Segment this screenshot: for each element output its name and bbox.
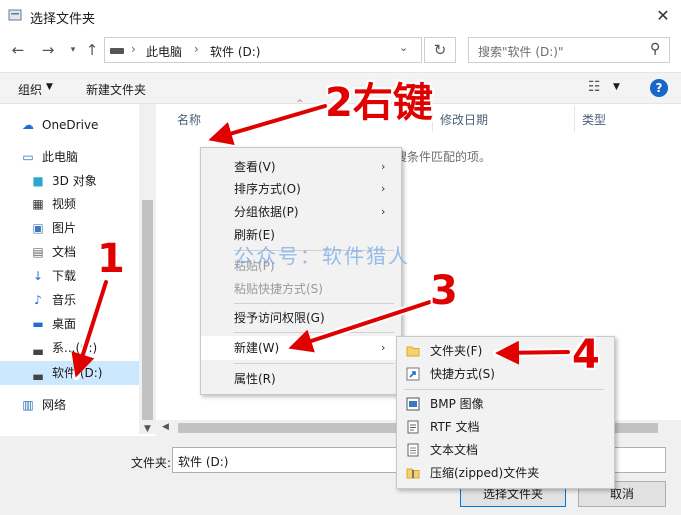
cube-icon: ■ [32,174,44,188]
annotation-step-1: 1 [97,236,125,282]
music-icon: ♪ [34,293,42,307]
close-button[interactable]: ✕ [648,2,678,30]
submenu-item-bmp[interactable]: BMP 图像 [430,394,484,414]
chevron-right-icon: › [381,341,386,354]
refresh-icon: ↻ [433,41,447,59]
breadcrumb-this-pc[interactable]: 此电脑 [146,43,182,60]
menu-separator [404,389,604,390]
chevron-down-icon[interactable]: ▼ [46,82,53,92]
refresh-button[interactable]: ↻ [424,37,456,63]
column-header-type[interactable]: 类型 [582,111,606,128]
back-arrow-icon[interactable]: ← [8,40,28,60]
sidebar-item-pictures[interactable]: ▣ 图片 [30,217,150,239]
sidebar-item-onedrive[interactable]: ☁ OneDrive [20,114,140,136]
watermark-text: 公众号：软件猎人 [234,244,410,268]
menu-separator [234,303,394,304]
search-icon[interactable]: ⚲ [650,41,660,57]
menu-item-group-by[interactable]: 分组依据(P) [234,202,299,222]
sidebar-item-drive-c[interactable]: ▃ 系...(C:) [30,337,150,359]
annotation-step-2: 2右键 [325,80,433,126]
sidebar-item-desktop[interactable]: ▬ 桌面 [30,313,150,335]
sidebar-item-documents[interactable]: ▤ 文档 [30,241,150,263]
breadcrumb-separator-icon[interactable]: › [131,42,136,56]
menu-separator [234,363,394,364]
computer-icon: ▭ [22,150,34,164]
folder-icon [406,346,420,357]
empty-folder-message: 搜条件匹配的项。 [395,150,492,164]
sidebar-item-downloads[interactable]: ↓ 下载 [30,265,150,287]
window-title: 选择文件夹 [30,12,96,27]
submenu-item-zip[interactable]: 压缩(zipped)文件夹 [430,463,539,483]
sidebar-item-network[interactable]: ▥ 网络 [20,394,140,416]
video-icon: ▦ [32,197,44,211]
organize-button[interactable]: 组织 [18,81,42,98]
chevron-right-icon: › [381,182,386,195]
text-doc-icon [407,443,419,457]
column-header-name[interactable]: 名称 [177,111,201,128]
sidebar-item-3d-objects[interactable]: ■ 3D 对象 [30,170,150,192]
context-menu-highlight [201,336,401,360]
column-header-date[interactable]: 修改日期 [440,111,488,128]
annotation-step-3: 3 [430,268,458,314]
chevron-down-icon[interactable]: ▼ [613,82,620,92]
menu-separator [234,332,394,333]
document-icon: ▤ [32,245,44,259]
rtf-icon [407,420,419,434]
chevron-right-icon: › [381,205,386,218]
drive-icon: ▃ [33,341,43,355]
folder-label: 文件夹: [131,456,172,470]
view-options-icon[interactable]: ☷ [588,79,601,95]
sidebar-item-this-pc[interactable]: ▭ 此电脑 [20,146,140,168]
drive-icon: ▃ [33,366,43,380]
breadcrumb-drive-d[interactable]: 软件 (D:) [210,43,260,60]
menu-item-paste-shortcut[interactable]: 粘贴快捷方式(S) [234,279,323,299]
sort-indicator-icon: ^ [296,99,304,109]
download-icon: ↓ [32,269,44,283]
desktop-icon: ▬ [32,317,44,331]
sidebar-item-videos[interactable]: ▦ 视频 [30,193,150,215]
scroll-down-icon[interactable]: ▼ [144,424,151,434]
menu-item-view[interactable]: 查看(V) [234,157,276,177]
annotation-step-4: 4 [572,332,600,378]
cloud-icon: ☁ [22,118,34,132]
recent-chevron-down-icon[interactable]: ▾ [63,40,83,60]
submenu-item-folder[interactable]: 文件夹(F) [430,341,482,361]
sidebar-item-drive-d[interactable]: ▃ 软件 (D:) [30,362,150,384]
chevron-right-icon: › [381,311,386,324]
breadcrumb-separator-icon[interactable]: › [194,42,199,56]
chevron-right-icon: › [381,160,386,173]
folder-name-value[interactable]: 软件 (D:) [178,453,228,470]
shortcut-icon [406,367,420,381]
help-icon[interactable]: ? [650,79,668,97]
scroll-left-icon[interactable]: ◀ [162,422,169,432]
sidebar-item-music[interactable]: ♪ 音乐 [30,289,150,311]
forward-arrow-icon[interactable]: → [38,40,58,60]
column-divider[interactable] [574,106,575,132]
menu-item-give-access[interactable]: 授予访问权限(G) [234,308,325,328]
new-folder-button[interactable]: 新建文件夹 [86,81,146,98]
search-input[interactable]: 搜索"软件 (D:)" [478,43,564,60]
menu-item-sort-by[interactable]: 排序方式(O) [234,179,301,199]
menu-item-properties[interactable]: 属性(R) [234,369,276,389]
bmp-icon [406,397,420,411]
address-dropdown-icon[interactable]: ⌄ [399,41,408,54]
menu-item-new[interactable]: 新建(W) [234,338,279,358]
app-icon [8,9,22,21]
zip-icon [406,468,420,479]
up-arrow-icon[interactable]: ↑ [82,40,102,60]
submenu-item-shortcut[interactable]: 快捷方式(S) [430,364,495,384]
drive-icon [110,48,124,54]
submenu-item-text-doc[interactable]: 文本文档 [430,440,478,460]
network-icon: ▥ [22,398,34,412]
picture-icon: ▣ [32,221,44,235]
title-bar [0,0,681,32]
submenu-item-rtf[interactable]: RTF 文档 [430,417,480,437]
